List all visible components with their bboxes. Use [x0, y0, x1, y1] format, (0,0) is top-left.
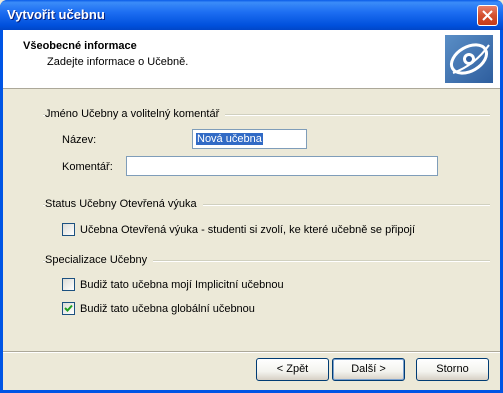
group-specialization-label: Specializace Učebny	[45, 254, 154, 266]
wizard-window: Vytvořit učebnu Všeobecné informace Zade…	[0, 0, 503, 393]
name-input[interactable]: Nová učebna	[192, 129, 307, 149]
comment-input[interactable]	[126, 156, 438, 176]
cancel-button[interactable]: Storno	[416, 358, 489, 381]
back-button[interactable]: < Zpět	[256, 358, 329, 381]
dialog-body: Všeobecné informace Zadejte informace o …	[3, 30, 500, 390]
implicit-classroom-label[interactable]: Budiž tato učebna mojí Implicitní učebno…	[80, 279, 284, 291]
wizard-header: Všeobecné informace Zadejte informace o …	[3, 30, 500, 89]
group-name-label: Jméno Učebny a volitelný komentář	[45, 108, 226, 120]
open-classroom-label[interactable]: Učebna Otevřená výuka - studenti si zvol…	[80, 224, 415, 236]
name-input-value: Nová učebna	[196, 133, 263, 145]
checkmark-icon	[64, 304, 73, 312]
window-title: Vytvořit učebnu	[7, 7, 105, 22]
title-bar[interactable]: Vytvořit učebnu	[0, 0, 503, 30]
global-classroom-label[interactable]: Budiž tato učebna globální učebnou	[80, 303, 255, 315]
eye-logo-icon	[445, 35, 493, 83]
group-status-label: Status Učebny Otevřená výuka	[45, 198, 203, 210]
close-icon	[482, 10, 493, 21]
implicit-classroom-checkbox[interactable]	[62, 278, 75, 291]
comment-label: Komentář:	[62, 161, 113, 173]
close-button[interactable]	[477, 5, 498, 26]
next-button[interactable]: Další >	[332, 358, 405, 381]
open-classroom-checkbox[interactable]	[62, 223, 75, 236]
header-subtitle: Zadejte informace o Učebně.	[47, 56, 189, 68]
footer-divider	[3, 351, 500, 353]
header-title: Všeobecné informace	[23, 40, 137, 52]
global-classroom-checkbox[interactable]	[62, 302, 75, 315]
name-label: Název:	[62, 134, 97, 146]
